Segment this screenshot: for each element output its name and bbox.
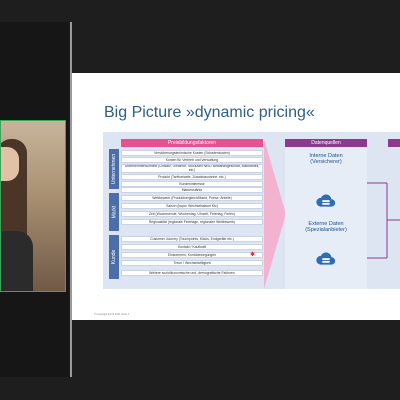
shared-slide: Big Picture »dynamic pricing« Preisbildu… bbox=[72, 73, 400, 320]
factor-row: Customer Journey (Touchpoints, Klicks, E… bbox=[121, 236, 263, 243]
cloud-database-icon bbox=[316, 194, 336, 207]
video-panel bbox=[0, 22, 69, 377]
factor-row: Kontakt / Kaufkraft bbox=[121, 244, 263, 251]
factor-row: Einkommen, Kontobewegungen bbox=[121, 252, 263, 259]
factor-row: Treue / Wechselwilligkeit bbox=[121, 260, 263, 267]
factor-row: Zeit (Wochenende, Wochentag, Uhrzeit, Fe… bbox=[121, 211, 263, 218]
external-data-label: Externe Daten (Spezialanbieter) bbox=[305, 221, 347, 233]
output-header-stub bbox=[388, 139, 400, 147]
participant-face bbox=[1, 147, 19, 181]
factor-row: Markenstärke bbox=[121, 187, 263, 194]
factor-row: Saison (bspw. Wechselsaison Kfz) bbox=[121, 203, 263, 210]
factor-row: Versicherungstechnische Kosten (Schadenk… bbox=[121, 150, 263, 157]
participant-video[interactable] bbox=[0, 120, 66, 292]
factor-row: Produkt (Tarifvariante, Zusatzbausteine,… bbox=[121, 174, 263, 181]
factors-header: Preisbildungsfaktoren bbox=[121, 139, 263, 147]
slide-footer: © Copyright 04.03.2021 Seite 3 bbox=[94, 313, 129, 316]
arrow-right-icon bbox=[264, 139, 286, 289]
cloud-database-icon bbox=[316, 252, 336, 265]
slide-title: Big Picture »dynamic pricing« bbox=[104, 104, 315, 121]
internal-data-label: Interne Daten (Versicherer) bbox=[309, 153, 343, 165]
factor-row: Unternehmensumfeld (Umsatz, Gewinne, Stü… bbox=[121, 164, 263, 173]
factor-row: Regionalität (regionale Feiertage, regio… bbox=[121, 219, 263, 226]
factor-row: Weitere sozioökonomische und -demografis… bbox=[121, 270, 263, 277]
connector-lines bbox=[367, 182, 400, 259]
participant-shirt bbox=[1, 231, 33, 291]
top-bar bbox=[0, 0, 400, 22]
group-tab-unternehmen: Unternehmen bbox=[109, 149, 119, 189]
sources-header: Datenquellen bbox=[285, 139, 367, 147]
star-icon: ✱ bbox=[250, 252, 256, 258]
factor-row: Kosten für Vertrieb und Verwaltung bbox=[121, 157, 263, 164]
group-tab-kunde: Kunde bbox=[109, 235, 119, 279]
group-tab-markt: Markt bbox=[109, 193, 119, 231]
factor-row: Wettbewerb (Produktvergleich/Markt, Prei… bbox=[121, 195, 263, 202]
bottom-bar bbox=[0, 377, 400, 400]
